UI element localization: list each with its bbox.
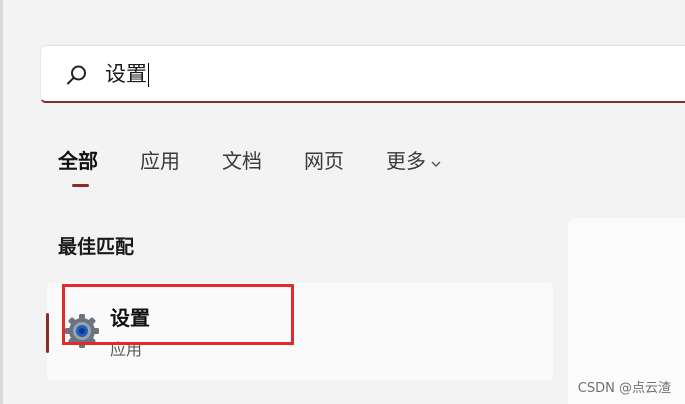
search-query: 设置 — [105, 62, 147, 86]
search-input[interactable]: 设置 — [105, 59, 149, 89]
best-match-heading: 最佳匹配 — [58, 236, 135, 258]
tab-label: 网页 — [304, 149, 344, 173]
active-tab-indicator — [72, 184, 89, 187]
tab-web[interactable]: 网页 — [304, 146, 344, 176]
tab-label: 应用 — [140, 149, 180, 173]
tab-label: 更多 — [386, 149, 426, 173]
selection-indicator — [46, 313, 49, 353]
search-icon — [65, 63, 89, 87]
search-box[interactable]: 设置 — [40, 45, 685, 103]
watermark: CSDN @点云渣 — [577, 381, 671, 396]
tab-apps[interactable]: 应用 — [140, 146, 180, 176]
tab-all[interactable]: 全部 — [58, 146, 98, 176]
tab-documents[interactable]: 文档 — [222, 146, 262, 176]
window-edge — [0, 0, 3, 404]
chevron-down-icon — [430, 148, 442, 178]
tab-label: 全部 — [58, 149, 98, 173]
tab-more[interactable]: 更多 — [386, 146, 442, 178]
tab-label: 文档 — [222, 149, 262, 173]
text-caret — [148, 63, 149, 87]
annotation-highlight-box — [62, 284, 294, 345]
